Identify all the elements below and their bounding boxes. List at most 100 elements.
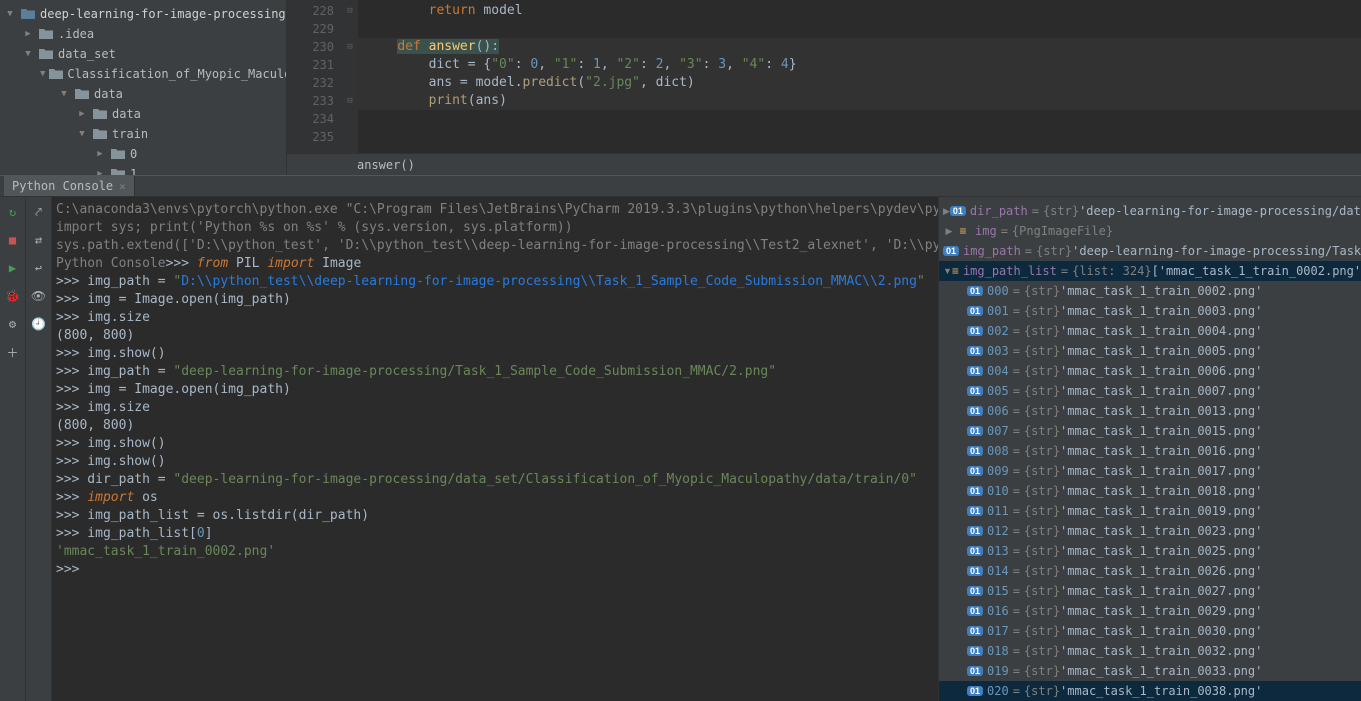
var-list-item[interactable]: 01005 = {str} 'mmac_task_1_train_0007.pn…: [939, 381, 1361, 401]
var-value: 'mmac_task_1_train_0017.png': [1060, 464, 1262, 478]
tree-item[interactable]: ▼data_set: [0, 44, 286, 64]
var-type: {str}: [1024, 524, 1060, 538]
var-index: 004: [987, 364, 1009, 378]
var-list-item[interactable]: 01020 = {str} 'mmac_task_1_train_0038.pn…: [939, 681, 1361, 701]
var-type-icon: 01: [967, 664, 983, 678]
var-list-item[interactable]: 01007 = {str} 'mmac_task_1_train_0015.pn…: [939, 421, 1361, 441]
var-list-item[interactable]: 01000 = {str} 'mmac_task_1_train_0002.pn…: [939, 281, 1361, 301]
console-output[interactable]: C:\anaconda3\envs\pytorch\python.exe "C:…: [52, 197, 938, 701]
var-type: {str}: [1024, 424, 1060, 438]
tool-column-2: ⤤ ⇄ ↩ 👁 🕘: [26, 197, 52, 701]
attach-debugger-icon[interactable]: ⇄: [30, 231, 48, 249]
tree-item[interactable]: ▼deep-learning-for-image-processing: [0, 4, 286, 24]
var-value: 'mmac_task_1_train_0002.png': [1060, 284, 1262, 298]
var-list-item[interactable]: 01004 = {str} 'mmac_task_1_train_0006.pn…: [939, 361, 1361, 381]
var-list-item[interactable]: 01003 = {str} 'mmac_task_1_train_0005.pn…: [939, 341, 1361, 361]
tree-arrow-icon[interactable]: ▼: [40, 69, 45, 79]
code-line[interactable]: print(ans): [358, 92, 1361, 110]
debug-icon[interactable]: 🐞: [4, 287, 22, 305]
code-line[interactable]: def answer():: [358, 38, 1361, 56]
var-row[interactable]: 01img_path = {str} 'deep-learning-for-im…: [939, 241, 1361, 261]
tree-arrow-icon[interactable]: ▶: [94, 149, 106, 159]
rerun-icon[interactable]: ↻: [4, 203, 22, 221]
var-type: {str}: [1024, 584, 1060, 598]
close-icon[interactable]: ✕: [119, 180, 126, 193]
run-icon[interactable]: ▶: [4, 259, 22, 277]
expand-arrow-icon[interactable]: ▼: [943, 266, 952, 276]
editor-code[interactable]: 228229230231232233234235 ⊟⊟⊟ return mode…: [287, 0, 1361, 153]
tree-arrow-icon[interactable]: ▼: [4, 9, 16, 19]
var-list-item[interactable]: 01018 = {str} 'mmac_task_1_train_0032.pn…: [939, 641, 1361, 661]
python-console-tab[interactable]: Python Console ✕: [4, 176, 135, 196]
var-type-icon: ≡: [955, 224, 971, 238]
var-list-item[interactable]: 01008 = {str} 'mmac_task_1_train_0016.pn…: [939, 441, 1361, 461]
var-type-icon: 01: [967, 304, 983, 318]
tree-item[interactable]: ▶1: [0, 164, 286, 175]
var-list-item[interactable]: 01002 = {str} 'mmac_task_1_train_0004.pn…: [939, 321, 1361, 341]
code-line[interactable]: return model: [358, 2, 1361, 20]
var-row[interactable]: ▼≡img_path_list = {list: 324} ['mmac_tas…: [939, 261, 1361, 281]
var-type-icon: 01: [967, 404, 983, 418]
code-line[interactable]: [358, 128, 1361, 146]
tree-item[interactable]: ▼data: [0, 84, 286, 104]
var-list-item[interactable]: 01016 = {str} 'mmac_task_1_train_0029.pn…: [939, 601, 1361, 621]
var-list-item[interactable]: 01010 = {str} 'mmac_task_1_train_0018.pn…: [939, 481, 1361, 501]
tree-arrow-icon[interactable]: ▶: [22, 29, 34, 39]
var-value: 'mmac_task_1_train_0018.png': [1060, 484, 1262, 498]
tree-arrow-icon[interactable]: ▶: [76, 109, 88, 119]
console-line: >>> img_path_list[0]: [56, 525, 934, 543]
variables-panel[interactable]: ▶01dir_path = {str} 'deep-learning-for-i…: [938, 197, 1361, 701]
var-type-icon: 01: [950, 204, 966, 218]
tree-label: 1: [130, 167, 137, 175]
var-index: 018: [987, 644, 1009, 658]
expand-arrow-icon[interactable]: ▶: [943, 226, 955, 237]
tree-arrow-icon[interactable]: ▼: [22, 49, 34, 59]
var-type: {str}: [1024, 464, 1060, 478]
var-list-item[interactable]: 01014 = {str} 'mmac_task_1_train_0026.pn…: [939, 561, 1361, 581]
var-list-item[interactable]: 01009 = {str} 'mmac_task_1_train_0017.pn…: [939, 461, 1361, 481]
var-list-item[interactable]: 01012 = {str} 'mmac_task_1_train_0023.pn…: [939, 521, 1361, 541]
tree-item[interactable]: ▶data: [0, 104, 286, 124]
var-type-icon: ≡: [952, 264, 959, 278]
tree-item[interactable]: ▼Classification_of_Myopic_Maculop: [0, 64, 286, 84]
code-line[interactable]: [358, 110, 1361, 128]
var-value: 'mmac_task_1_train_0013.png': [1060, 404, 1262, 418]
var-type: {str}: [1024, 284, 1060, 298]
new-console-icon[interactable]: ⤤: [30, 203, 48, 221]
tree-item[interactable]: ▶0: [0, 144, 286, 164]
tree-item[interactable]: ▼train: [0, 124, 286, 144]
var-list-item[interactable]: 01001 = {str} 'mmac_task_1_train_0003.pn…: [939, 301, 1361, 321]
var-list-item[interactable]: 01013 = {str} 'mmac_task_1_train_0025.pn…: [939, 541, 1361, 561]
tree-arrow-icon[interactable]: ▼: [76, 129, 88, 139]
add-icon[interactable]: ＋: [4, 343, 22, 361]
var-list-item[interactable]: 01015 = {str} 'mmac_task_1_train_0027.pn…: [939, 581, 1361, 601]
var-row[interactable]: ▶≡img = {PngImageFile}: [939, 221, 1361, 241]
soft-wrap-icon[interactable]: ↩: [30, 259, 48, 277]
expand-arrow-icon[interactable]: ▶: [943, 206, 950, 217]
history-icon[interactable]: 🕘: [30, 315, 48, 333]
code-line[interactable]: [358, 20, 1361, 38]
code-lines[interactable]: return model def answer(): dict = {"0": …: [358, 0, 1361, 153]
show-vars-icon[interactable]: 👁: [30, 287, 48, 305]
code-line[interactable]: dict = {"0": 0, "1": 1, "2": 2, "3": 3, …: [358, 56, 1361, 74]
var-list-item[interactable]: 01006 = {str} 'mmac_task_1_train_0013.pn…: [939, 401, 1361, 421]
tree-arrow-icon[interactable]: ▼: [58, 89, 70, 99]
var-row[interactable]: ▶01dir_path = {str} 'deep-learning-for-i…: [939, 201, 1361, 221]
project-tree[interactable]: ▼deep-learning-for-image-processing▶.ide…: [0, 0, 287, 175]
var-value: 'mmac_task_1_train_0006.png': [1060, 364, 1262, 378]
var-type: {str}: [1024, 624, 1060, 638]
var-list-item[interactable]: 01011 = {str} 'mmac_task_1_train_0019.pn…: [939, 501, 1361, 521]
fold-column[interactable]: ⊟⊟⊟: [342, 0, 358, 153]
var-type-icon: 01: [967, 684, 983, 698]
settings-icon[interactable]: ⚙: [4, 315, 22, 333]
var-list-item[interactable]: 01017 = {str} 'mmac_task_1_train_0030.pn…: [939, 621, 1361, 641]
console-tab-bar: Python Console ✕: [0, 175, 1361, 197]
stop-icon[interactable]: ■: [4, 231, 22, 249]
code-line[interactable]: ans = model.predict("2.jpg", dict): [358, 74, 1361, 92]
var-type: {str}: [1024, 444, 1060, 458]
var-list-item[interactable]: 01019 = {str} 'mmac_task_1_train_0033.pn…: [939, 661, 1361, 681]
breadcrumb-bar[interactable]: answer(): [287, 153, 1361, 175]
console-line: >>> img = Image.open(img_path): [56, 381, 934, 399]
tree-item[interactable]: ▶.idea: [0, 24, 286, 44]
console-line: >>> img.show(): [56, 345, 934, 363]
